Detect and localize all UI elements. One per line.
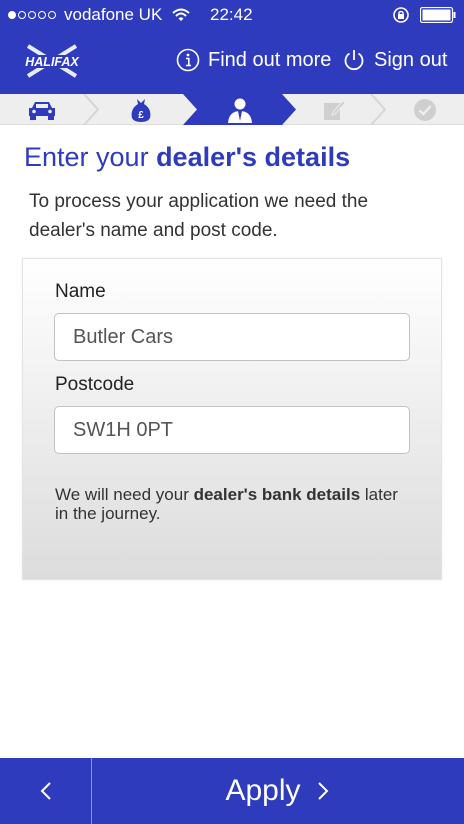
money-bag-icon: £ xyxy=(131,98,151,122)
svg-text:£: £ xyxy=(138,110,144,121)
dealer-person-icon xyxy=(227,98,252,123)
power-icon xyxy=(344,50,364,71)
dealer-name-input[interactable] xyxy=(54,313,410,361)
intro-text: To process your application we need the … xyxy=(29,191,369,241)
sign-out-label: Sign out xyxy=(374,48,448,71)
signal-strength-icon xyxy=(8,11,56,19)
progress-steps: £ xyxy=(0,94,464,125)
find-out-more-link[interactable]: Find out more xyxy=(176,48,331,72)
status-bar: vodafone UK 22:42 xyxy=(0,0,464,30)
step-finance: £ xyxy=(98,94,184,125)
postcode-label: Postcode xyxy=(55,374,135,395)
sign-out-link[interactable]: Sign out xyxy=(342,48,447,72)
apply-button[interactable]: Apply xyxy=(92,758,464,824)
halifax-logo: HALIFAX xyxy=(14,44,90,78)
back-button[interactable] xyxy=(0,758,92,824)
wifi-icon xyxy=(172,8,190,21)
dealer-form-card: Name Postcode We will need your dealer's… xyxy=(22,258,442,580)
battery-icon xyxy=(420,7,456,23)
step-vehicle xyxy=(0,94,84,125)
logo-text: HALIFAX xyxy=(25,55,79,69)
step-dealer-active xyxy=(197,94,282,125)
page-title: Enter your dealer's details xyxy=(24,142,351,172)
status-right xyxy=(392,6,456,24)
edit-icon xyxy=(324,99,346,120)
step-complete xyxy=(386,94,464,125)
bottom-nav-bar: Apply xyxy=(0,758,464,824)
name-label: Name xyxy=(55,281,106,302)
status-time: 22:42 xyxy=(210,5,253,24)
info-icon xyxy=(176,48,200,72)
checkmark-icon xyxy=(414,98,436,121)
bank-details-note: We will need your dealer's bank details … xyxy=(55,485,398,523)
chevron-left-icon xyxy=(40,782,51,800)
carrier-name: vodafone UK xyxy=(64,5,163,24)
rotation-lock-icon xyxy=(393,7,409,23)
app-header: HALIFAX Find out more Sign out xyxy=(0,30,464,94)
chevron-right-icon xyxy=(317,782,328,800)
apply-label: Apply xyxy=(225,774,301,807)
find-out-more-label: Find out more xyxy=(208,48,332,71)
status-left: vodafone UK xyxy=(8,5,190,25)
postcode-input[interactable] xyxy=(54,406,410,454)
car-icon xyxy=(29,101,55,120)
step-review xyxy=(296,94,372,125)
